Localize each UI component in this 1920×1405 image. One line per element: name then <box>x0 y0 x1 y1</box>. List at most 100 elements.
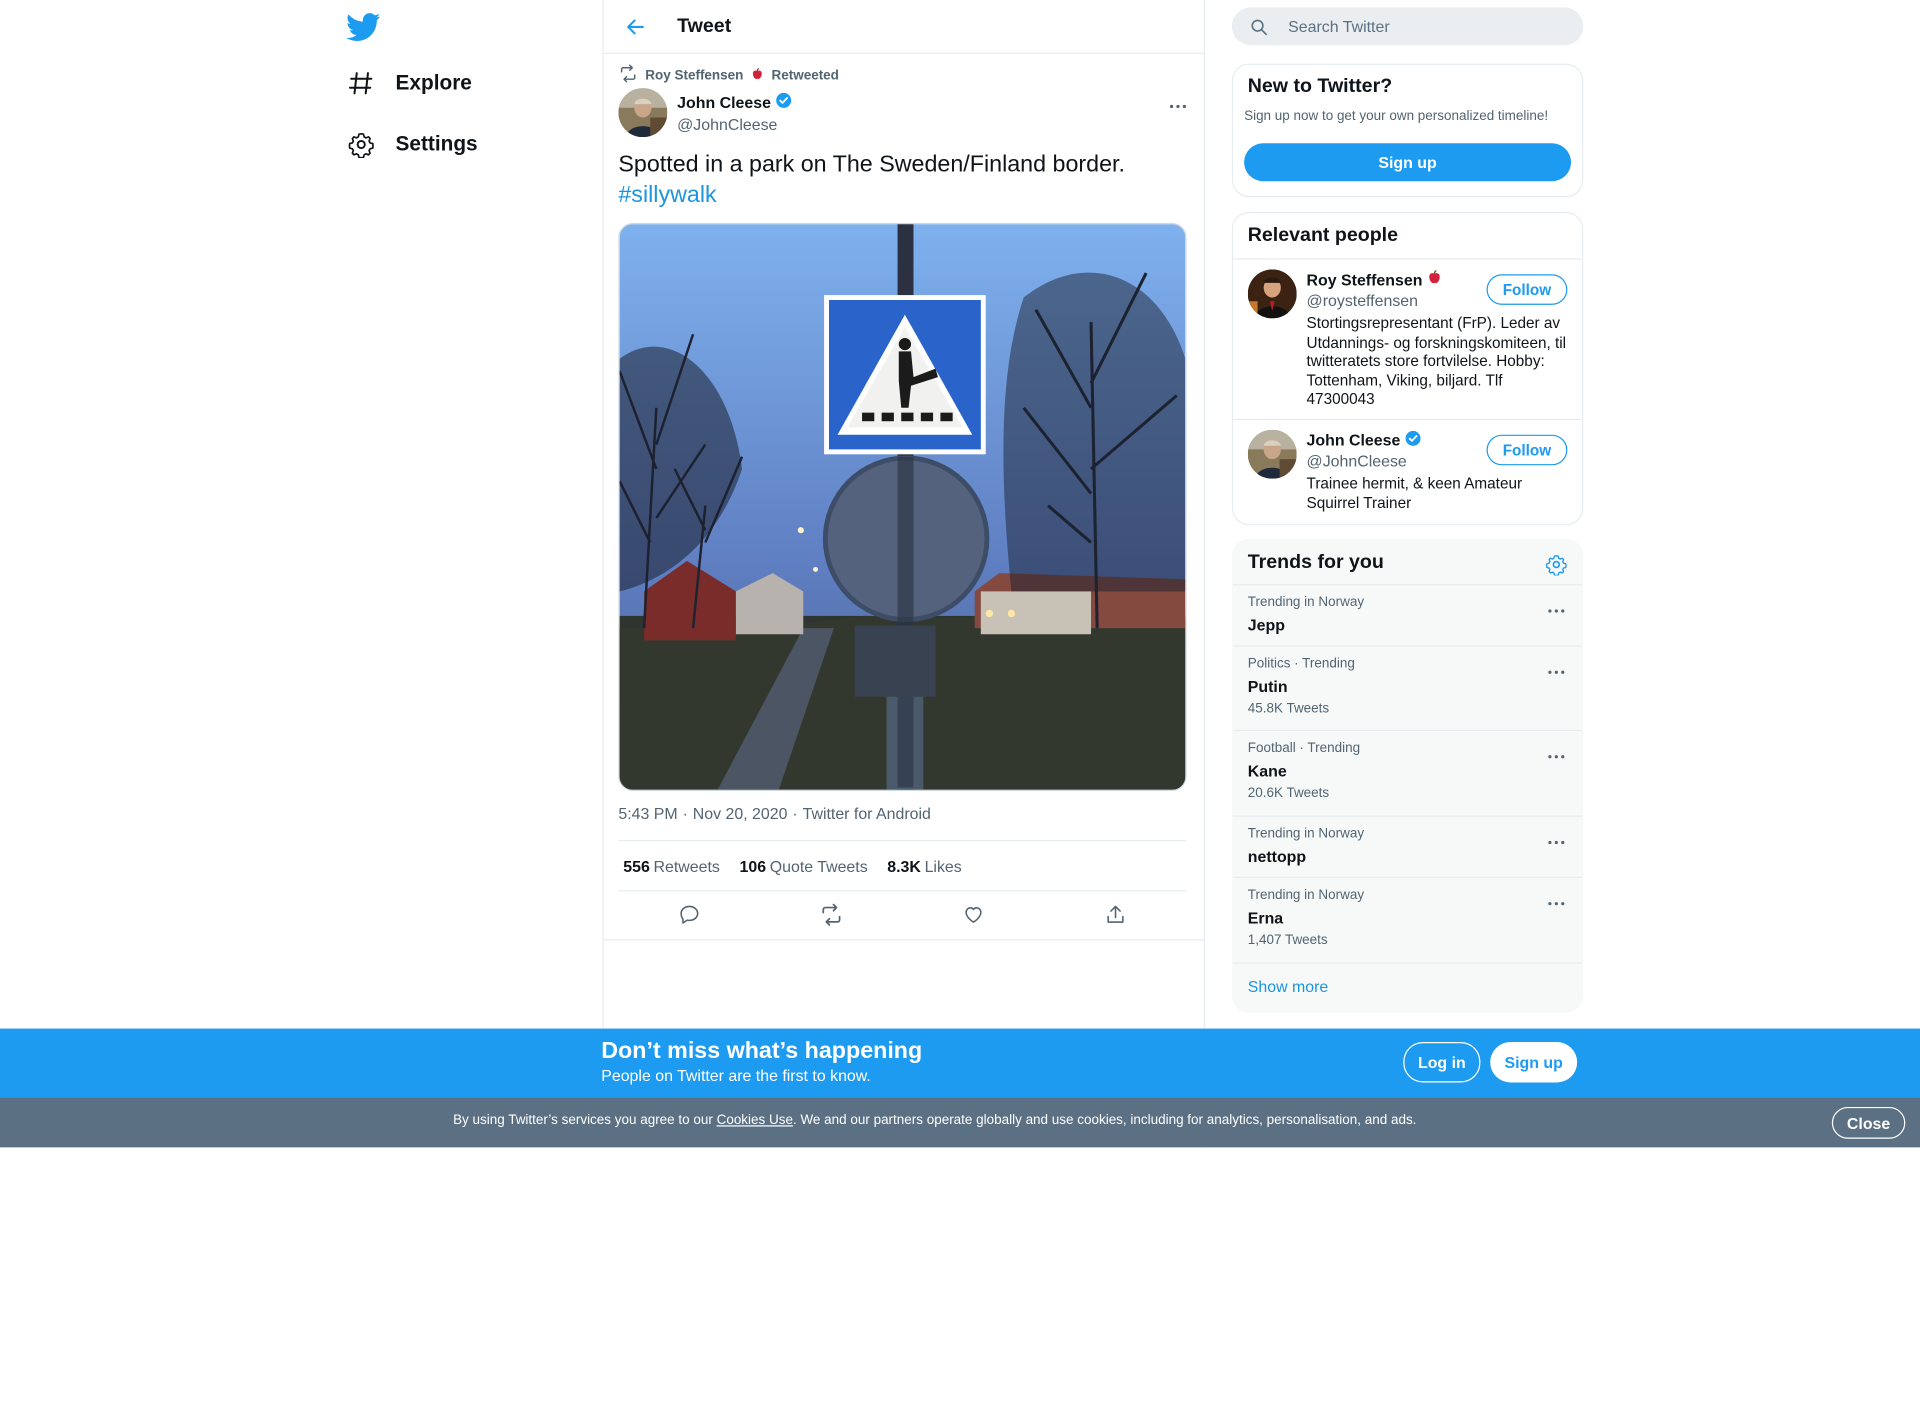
trend-context: Trending in Norway <box>1247 887 1365 903</box>
twitter-bird-icon[interactable] <box>346 10 381 44</box>
quote-tweets-stat[interactable]: 106 Quote Tweets <box>739 857 867 875</box>
person-name[interactable]: Roy Steffensen <box>1307 270 1423 288</box>
reply-icon[interactable] <box>677 902 701 926</box>
more-options-icon[interactable] <box>1548 659 1568 674</box>
trend-name: nettopp <box>1247 847 1307 866</box>
trend-count: 1,407 Tweets <box>1247 933 1328 948</box>
avatar[interactable] <box>1247 429 1297 479</box>
banner-sign-up-button[interactable]: Sign up <box>1490 1042 1578 1083</box>
more-options-icon[interactable] <box>1548 829 1568 845</box>
avatar[interactable] <box>1247 269 1297 319</box>
likes-count: 8.3K <box>887 856 921 875</box>
tweet-text: Spotted in a park on The Sweden/Finland … <box>618 149 1181 210</box>
trends-card: Trends for you Trending in Norway Jepp P… <box>1231 538 1584 1013</box>
cookie-suffix: . We and our partners operate globally a… <box>792 1113 1417 1128</box>
trend-count: 45.8K Tweets <box>1247 701 1330 717</box>
arrow-left-icon[interactable] <box>621 12 650 41</box>
nav-explore-label: Explore <box>395 71 472 95</box>
apple-emoji-icon <box>751 67 764 84</box>
log-in-button[interactable]: Log in <box>1403 1042 1481 1083</box>
search-bar[interactable] <box>1231 7 1584 46</box>
verified-badge-icon <box>1404 430 1421 451</box>
person-handle[interactable]: @roysteffensen <box>1307 291 1418 309</box>
trend-item[interactable]: Trending in Norway Jepp <box>1233 584 1583 646</box>
tweet-author[interactable]: John Cleese @JohnCleese <box>618 88 792 138</box>
page-title: Tweet <box>677 15 732 37</box>
likes-stat[interactable]: 8.3K Likes <box>887 857 961 875</box>
trend-context: Trending in Norway <box>1247 595 1365 610</box>
verified-badge-icon <box>775 92 792 113</box>
apple-emoji-icon <box>1426 269 1442 289</box>
trend-item[interactable]: Politics · Trending Putin 45.8K Tweets <box>1233 645 1583 731</box>
tweet-photo[interactable] <box>618 222 1187 792</box>
cookies-use-link[interactable]: Cookies Use <box>717 1113 793 1128</box>
nav-settings[interactable]: Settings <box>347 130 478 159</box>
banner-subtitle: People on Twitter are the first to know. <box>601 1066 871 1085</box>
person-name[interactable]: John Cleese <box>1307 431 1401 449</box>
cookie-bar: By using Twitter’s services you agree to… <box>0 1097 1920 1148</box>
retweeted-by-name[interactable]: Roy Steffensen <box>645 68 743 83</box>
divider <box>1233 258 1583 260</box>
trend-context: Politics · Trending <box>1247 656 1355 672</box>
retweeted-label: Retweeted <box>771 67 839 83</box>
divider <box>1233 418 1583 421</box>
retweets-label: Retweets <box>653 856 720 875</box>
trend-name: Erna <box>1247 908 1284 927</box>
trend-name: Jepp <box>1247 615 1285 635</box>
tweet-timestamp: 5:43 PM · Nov 20, 2020 · Twitter for And… <box>618 804 931 823</box>
sign-up-button[interactable]: Sign up <box>1244 143 1572 182</box>
trend-item[interactable]: Trending in Norway Erna 1,407 Tweets <box>1233 876 1583 964</box>
nav-explore[interactable]: Explore <box>347 69 472 98</box>
show-more-link[interactable]: Show more <box>1248 977 1329 995</box>
relevant-people-card: Relevant people Roy Steffensen @roysteff… <box>1231 211 1584 526</box>
more-options-icon[interactable] <box>1548 743 1568 759</box>
search-input[interactable] <box>1285 15 1561 37</box>
more-options-icon[interactable] <box>1169 93 1189 109</box>
likes-label: Likes <box>924 856 962 875</box>
follow-button[interactable]: Follow <box>1486 274 1568 305</box>
like-heart-icon[interactable] <box>961 902 985 926</box>
quote-tweets-count: 106 <box>739 856 767 875</box>
cookie-notice: By using Twitter’s services you agree to… <box>453 1113 1416 1128</box>
retweets-stat[interactable]: 556 Retweets <box>623 857 720 875</box>
person-bio: Stortingsrepresentant (FrP). Leder av Ut… <box>1306 314 1567 408</box>
tweet-stats: 556 Retweets 106 Quote Tweets 8.3K Likes <box>618 840 1187 892</box>
tweet-source[interactable]: Twitter for Android <box>803 804 931 822</box>
person-handle[interactable]: @JohnCleese <box>1307 452 1407 470</box>
retweets-count: 556 <box>623 856 650 875</box>
follow-button[interactable]: Follow <box>1486 434 1568 466</box>
banner-title: Don’t miss what’s happening <box>601 1038 923 1065</box>
trend-item[interactable]: Football · Trending Kane 20.6K Tweets <box>1233 729 1583 817</box>
column-header: Tweet <box>603 0 1204 54</box>
trend-name: Kane <box>1247 761 1287 781</box>
gear-icon <box>347 130 376 159</box>
gear-icon[interactable] <box>1545 553 1567 577</box>
hash-icon <box>347 69 376 98</box>
tweet-column: Tweet Roy Steffensen Retweeted John Clee… <box>602 0 1205 1148</box>
share-icon[interactable] <box>1103 902 1127 926</box>
tweet-body: Spotted in a park on The Sweden/Finland … <box>618 151 1125 178</box>
more-options-icon[interactable] <box>1548 890 1568 906</box>
relevant-people-title: Relevant people <box>1247 225 1399 247</box>
divider <box>603 939 1204 941</box>
hashtag-link[interactable]: #sillywalk <box>618 182 716 208</box>
trend-count: 20.6K Tweets <box>1247 786 1330 801</box>
quote-tweets-label: Quote Tweets <box>769 856 868 875</box>
new-to-twitter-card: New to Twitter? Sign up now to get your … <box>1231 63 1584 198</box>
author-name[interactable]: John Cleese <box>677 93 771 111</box>
signup-banner: Don’t miss what’s happening People on Tw… <box>0 1028 1920 1098</box>
author-handle[interactable]: @JohnCleese <box>677 115 792 133</box>
retweet-context: Roy Steffensen Retweeted <box>618 64 839 87</box>
retweet-icon <box>618 64 638 87</box>
tweet-actions <box>618 891 1186 938</box>
close-button[interactable]: Close <box>1831 1106 1906 1139</box>
retweet-action-icon[interactable] <box>819 902 843 926</box>
more-options-icon[interactable] <box>1548 598 1568 613</box>
cookie-prefix: By using Twitter’s services you agree to… <box>453 1113 717 1128</box>
new-to-twitter-title: New to Twitter? <box>1247 75 1393 97</box>
trend-item[interactable]: Trending in Norway nettopp <box>1233 815 1583 878</box>
tweet-time[interactable]: 5:43 PM <box>618 804 677 822</box>
avatar[interactable] <box>618 88 668 138</box>
tweet-date[interactable]: Nov 20, 2020 <box>693 804 788 822</box>
trends-title: Trends for you <box>1247 552 1384 574</box>
